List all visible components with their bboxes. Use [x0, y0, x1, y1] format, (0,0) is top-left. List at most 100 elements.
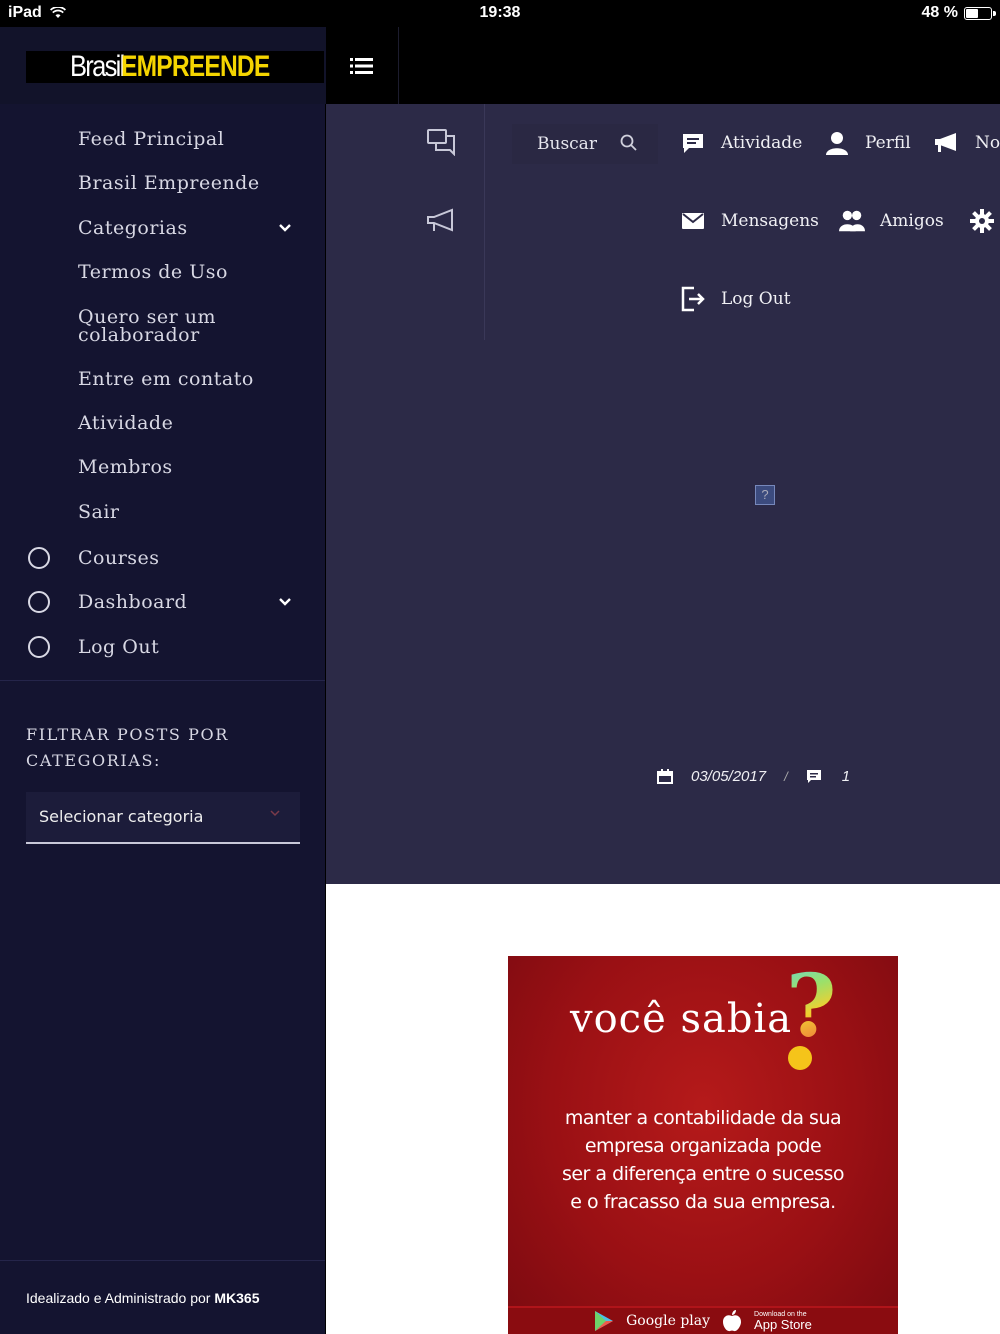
sidebar-item-brasil-empreende[interactable]: Brasil Empreende	[0, 172, 325, 194]
logo-area: Brasil EMPREENDE	[0, 27, 326, 104]
activity-icon	[683, 134, 703, 153]
filter-title: FILTRAR POSTS POR CATEGORIAS:	[26, 725, 229, 770]
sidebar-item-label: Courses	[78, 547, 160, 569]
credit-brand-link[interactable]: MK365	[214, 1290, 259, 1306]
category-select-value: Selecionar categoria	[39, 807, 204, 826]
logo-text-brasil: Brasil	[70, 50, 125, 83]
chevron-down-icon[interactable]	[278, 597, 292, 607]
battery-percent: 48 %	[921, 4, 958, 21]
search-box[interactable]: Buscar	[512, 124, 658, 164]
footer-credit: Idealizado e Administrado por MK365	[26, 1290, 259, 1306]
gear-icon	[970, 209, 994, 233]
nav-link-label: Mensagens	[721, 211, 819, 231]
promo-text: manter a contabilidade da sua empresa or…	[508, 1104, 898, 1216]
nav-link-log-out[interactable]: Log Out	[680, 286, 791, 312]
sidebar-divider	[0, 680, 325, 681]
sidebar-item-colaborador[interactable]: Quero ser um colaborador	[0, 306, 325, 346]
comment-icon	[806, 770, 821, 783]
header: Brasil EMPREENDE	[0, 27, 1000, 104]
sidebar-item-membros[interactable]: Membros	[0, 456, 325, 478]
question-dot-graphic	[788, 1046, 812, 1070]
sidebar-item-label: Sair	[78, 501, 120, 523]
search-icon[interactable]	[620, 134, 638, 152]
promo-line: e o fracasso da sua empresa.	[570, 1191, 836, 1213]
post-content: você sabia ? manter a contabilidade da s…	[326, 884, 1000, 1334]
app-store-label: Download on the App Store	[754, 1311, 812, 1331]
sidebar-item-termos-de-uso[interactable]: Termos de Uso	[0, 261, 325, 283]
list-menu-icon	[350, 57, 373, 74]
circle-icon	[28, 636, 50, 658]
nav-link-label: Atividade	[721, 133, 803, 153]
sidebar-item-label: Feed Principal	[78, 128, 225, 150]
logout-icon	[681, 286, 705, 312]
quick-icons	[326, 104, 485, 340]
megaphone-icon	[935, 133, 956, 152]
sidebar-item-contato[interactable]: Entre em contato	[0, 368, 325, 390]
nav-link-label: Log Out	[721, 289, 791, 309]
circle-icon	[28, 591, 50, 613]
sidebar-item-log-out[interactable]: Log Out	[0, 634, 325, 660]
question-mark-graphic: ?	[786, 956, 837, 1057]
sidebar-item-feed-principal[interactable]: Feed Principal	[0, 128, 325, 150]
meta-separator: /	[784, 769, 788, 784]
promo-line: manter a contabilidade da sua	[564, 1107, 842, 1129]
sidebar-item-sair[interactable]: Sair	[0, 501, 325, 523]
menu-toggle-button[interactable]	[326, 27, 399, 104]
promo-line: empresa organizada pode	[584, 1135, 822, 1157]
circle-icon	[28, 547, 50, 569]
calendar-icon	[657, 769, 673, 784]
status-bar: iPad 19:38 48 %	[0, 0, 1000, 27]
broken-image-icon: ?	[755, 485, 775, 505]
google-play-icon	[595, 1311, 614, 1331]
sidebar-item-label: Categorias	[78, 217, 188, 239]
apple-icon	[723, 1310, 742, 1332]
nav-link-label: No	[975, 133, 1000, 153]
search-label: Buscar	[537, 134, 597, 154]
app-store-main: App Store	[754, 1317, 812, 1332]
sidebar-item-label: Brasil Empreende	[78, 172, 260, 194]
user-icon	[826, 132, 848, 155]
google-play-label: Google play	[626, 1313, 711, 1329]
nav-link-label: Perfil	[865, 133, 911, 153]
sidebar-item-label: Dashboard	[78, 591, 188, 613]
sidebar-item-label: Entre em contato	[78, 368, 254, 390]
main-panel: Buscar Atividade Perfil No Mensagens Ami…	[326, 104, 1000, 884]
category-select[interactable]: Selecionar categoria	[26, 792, 300, 844]
nav-link-notificacoes[interactable]: No	[934, 130, 1000, 156]
status-right: 48 %	[921, 4, 996, 22]
promo-image: você sabia ? manter a contabilidade da s…	[508, 956, 898, 1334]
friends-icon	[839, 210, 865, 232]
sidebar-item-label: Termos de Uso	[78, 261, 228, 283]
promo-line: ser a diferença entre o sucesso	[561, 1163, 845, 1185]
megaphone-icon[interactable]	[426, 208, 456, 234]
nav-link-amigos[interactable]: Amigos	[839, 208, 944, 234]
sidebar-item-atividade[interactable]: Atividade	[0, 412, 325, 434]
logo-text-empreende: EMPREENDE	[121, 50, 270, 83]
credit-prefix: Idealizado e Administrado por	[26, 1290, 215, 1306]
sidebar-item-label: Quero ser um colaborador	[78, 306, 216, 346]
site-logo[interactable]: Brasil EMPREENDE	[26, 50, 324, 83]
sidebar: Feed Principal Brasil Empreende Categori…	[0, 104, 325, 1334]
sidebar-item-categorias[interactable]: Categorias	[0, 217, 325, 239]
nav-link-perfil[interactable]: Perfil	[824, 130, 911, 156]
sidebar-item-label: Membros	[78, 456, 173, 478]
post-date: 03/05/2017	[691, 768, 767, 785]
nav-link-mensagens[interactable]: Mensagens	[680, 208, 819, 234]
chat-bubbles-icon[interactable]	[426, 128, 456, 156]
battery-icon	[964, 6, 996, 20]
chevron-down-icon	[270, 810, 280, 817]
sidebar-footer-divider	[0, 1260, 325, 1261]
comment-count[interactable]: 1	[842, 768, 850, 785]
sidebar-item-courses[interactable]: Courses	[0, 545, 325, 571]
status-time: 19:38	[479, 4, 521, 21]
nav-link-label: Amigos	[880, 211, 944, 231]
nav-link-settings[interactable]	[969, 208, 1000, 234]
post-meta: 03/05/2017 / 1	[657, 768, 850, 785]
sidebar-item-label: Atividade	[78, 412, 174, 434]
envelope-icon	[682, 213, 704, 229]
chevron-down-icon[interactable]	[278, 223, 292, 233]
store-badges: Google play Download on the App Store	[508, 1306, 898, 1334]
nav-link-atividade[interactable]: Atividade	[680, 130, 802, 156]
sidebar-item-label: Log Out	[78, 636, 160, 658]
sidebar-item-dashboard[interactable]: Dashboard	[0, 589, 325, 615]
